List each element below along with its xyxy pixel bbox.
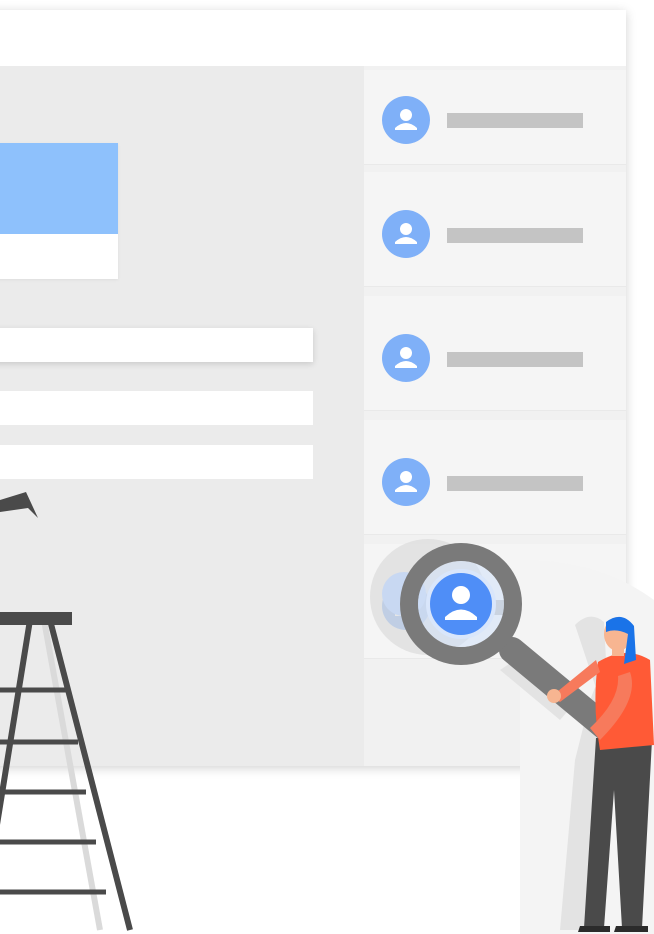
- person-icon: [382, 582, 430, 630]
- window-title-bar: [0, 10, 626, 66]
- contact-name-placeholder: [447, 476, 583, 491]
- person-icon: [382, 458, 430, 506]
- person-icon: [382, 334, 430, 382]
- contact-list-item[interactable]: [364, 544, 626, 658]
- image-card[interactable]: [0, 143, 118, 279]
- text-field-1[interactable]: [0, 328, 313, 362]
- contact-list-item[interactable]: [364, 420, 626, 534]
- contact-list-item[interactable]: [364, 296, 626, 410]
- contact-name-placeholder: [447, 352, 583, 367]
- contact-list-item[interactable]: [364, 70, 626, 164]
- contact-name-placeholder: [447, 228, 583, 243]
- person-icon: [382, 96, 430, 144]
- contact-list-item[interactable]: [364, 172, 626, 286]
- text-field-2[interactable]: [0, 391, 313, 425]
- text-field-3[interactable]: [0, 445, 313, 479]
- contact-name-placeholder: [447, 113, 583, 128]
- person-icon: [382, 210, 430, 258]
- contact-name-placeholder: [447, 600, 583, 615]
- image-placeholder: [0, 143, 118, 234]
